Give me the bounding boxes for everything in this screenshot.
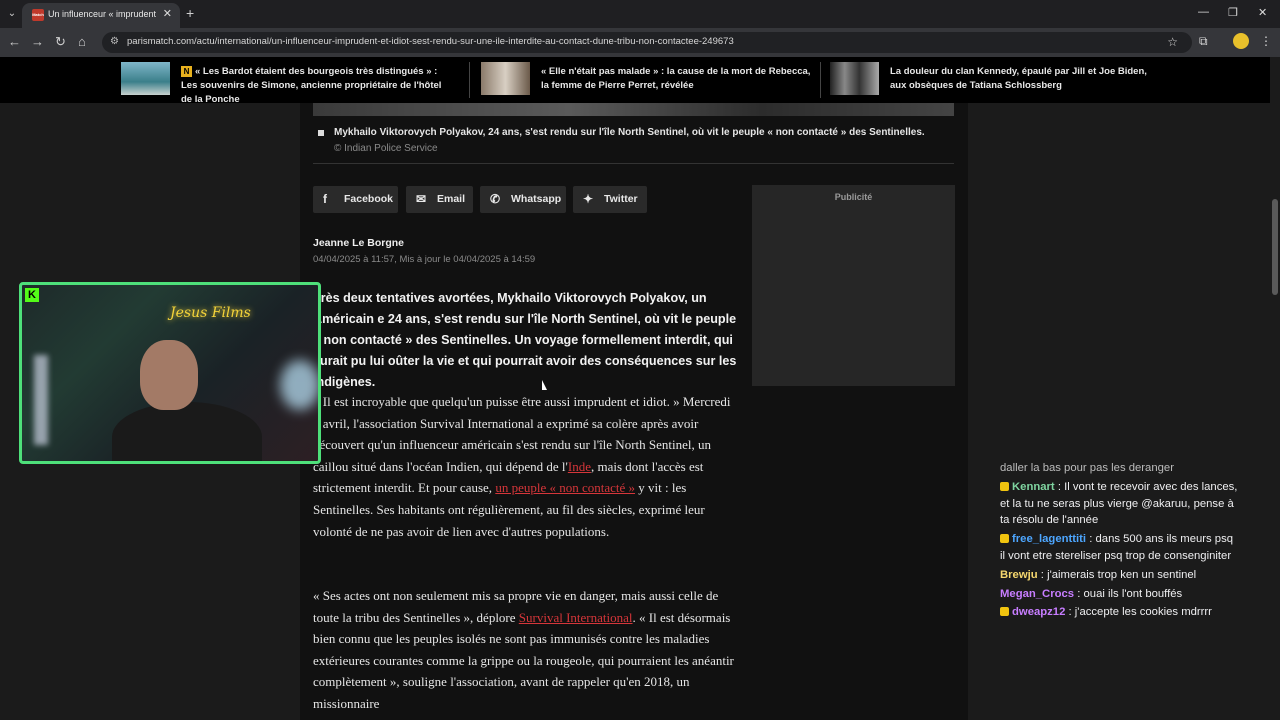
ticker-text: « Elle n'était pas malade » : la cause d… [541,66,811,91]
article-paragraph: « Il est incroyable que quelqu'un puisse… [313,391,738,542]
active-tab[interactable]: Match Un influenceur « imprudent et i ✕ [22,3,180,28]
ticker-thumbnail [481,62,530,95]
ticker-thumbnail [121,62,170,95]
navigation-bar: ← → ↻ ⌂ ⚙ parismatch.com/actu/internatio… [0,28,1280,57]
news-ticker: N « Les Bardot étaient des bourgeois très… [0,57,1280,105]
ticker-divider [469,62,470,98]
streamer [112,340,262,461]
premium-badge: N [181,66,192,77]
chat-username: free_lagenttiti [1012,533,1087,546]
link-survival-international[interactable]: Survival International [519,610,633,625]
chat-partial-line: daller la bas pour pas les deranger [1000,462,1174,474]
chat-username: Megan_Crocs [1000,587,1075,600]
home-icon[interactable]: ⌂ [78,34,86,49]
ticker-item[interactable]: « Elle n'était pas malade » : la cause d… [481,62,811,96]
sub-badge-icon [1000,607,1009,617]
profile-avatar-icon[interactable] [1233,33,1249,49]
ticker-text: « Les Bardot étaient des bourgeois très … [181,66,442,105]
streamer-webcam: K Jesus Films [19,282,321,464]
article-photo [313,103,954,116]
back-icon[interactable]: ← [8,34,21,49]
bookmark-star-icon[interactable]: ☆ [1167,35,1178,49]
tab-title: Un influenceur « imprudent et i [48,9,158,19]
article-paragraph: « Ses actes ont non seulement mis sa pro… [313,585,738,715]
ticker-thumbnail [830,62,879,95]
caption-bullet-icon [318,130,324,136]
neon-sign: Jesus Films [170,305,251,321]
address-bar[interactable]: ⚙ parismatch.com/actu/international/un-i… [102,32,1192,53]
chat-message: free_lagenttiti : dans 500 ans ils meurs… [1000,533,1234,562]
whatsapp-icon: ✆ [490,192,501,206]
light-glow [34,355,48,445]
close-tab-icon[interactable]: ✕ [163,7,172,20]
sub-badge-icon [1000,481,1009,491]
share-label: Whatsapp [511,193,562,205]
author-name[interactable]: Jeanne Le Borgne [313,237,404,249]
chat-username: Brewju [1000,568,1038,581]
chat-message: dweapz12 : j'accepte les cookies mdrrrr [1000,604,1240,621]
divider [313,163,954,164]
tab-search-icon[interactable]: ⌄ [4,6,20,22]
publish-dates: 04/04/2025 à 11:57, Mis à jour le 04/04/… [313,254,536,265]
close-window-icon[interactable]: ✕ [1258,6,1267,19]
ticker-text: La douleur du clan Kennedy, épaulé par J… [890,66,1147,91]
site-favicon-icon: Match [32,9,44,21]
share-label: Facebook [344,193,394,205]
article-lead: près deux tentatives avortées, Mykhailo … [313,291,737,389]
sub-badge-icon [1000,534,1009,544]
caption-credit: © Indian Police Service [334,143,438,154]
stream-chat: daller la bas pour pas les deranger Kenn… [1000,460,1240,623]
chat-text: ouai ils l'ont bouffés [1083,587,1183,600]
chat-message: Brewju : j'aimerais trop ken un sentinel [1000,568,1197,581]
restore-icon[interactable]: ❐ [1228,6,1238,19]
new-tab-icon[interactable]: + [186,5,194,21]
ticker-item[interactable]: La douleur du clan Kennedy, épaulé par J… [830,62,1160,96]
share-whatsapp-button[interactable]: ✆ Whatsapp [480,186,566,213]
chat-username: Kennart [1012,480,1055,493]
streamer-body [112,402,262,461]
share-label: Email [437,193,466,205]
share-email-button[interactable]: ✉ Email [406,186,473,213]
chat-username: dweapz12 [1012,606,1066,619]
share-twitter-button[interactable]: ✦ Twitter [573,186,647,213]
twitter-icon: ✦ [583,192,594,206]
mouse-cursor-icon [542,380,547,390]
link-peuple-non-contacte[interactable]: un peuple « non contacté » [495,480,635,495]
scrollbar-thumb[interactable] [1272,199,1278,295]
minimize-icon[interactable]: — [1198,6,1209,18]
share-label: Twitter [604,193,638,205]
article: Mykhailo Viktorovych Polyakov, 24 ans, s… [300,103,968,720]
chat-message: Kennart : Il vont te recevoir avec des l… [1000,480,1238,527]
photo-caption: Mykhailo Viktorovych Polyakov, 24 ans, s… [334,125,934,157]
light-glow [280,360,318,410]
ad-label: Publicité [834,192,873,202]
chat-message: Megan_Crocs : ouai ils l'ont bouffés [1000,587,1183,600]
url-text[interactable]: parismatch.com/actu/international/un-inf… [127,36,734,47]
streamer-head [140,340,198,410]
menu-icon[interactable]: ⋮ [1260,34,1272,48]
share-facebook-button[interactable]: f Facebook [313,186,398,213]
extensions-icon[interactable]: ⧉ [1199,34,1208,49]
kick-logo-icon: K [25,288,39,302]
chat-text: j'accepte les cookies mdrrrr [1074,606,1212,619]
forward-icon[interactable]: → [31,34,44,49]
facebook-icon: f [323,192,327,206]
ticker-item[interactable]: N « Les Bardot étaient des bourgeois très… [121,62,451,105]
tab-bar: ⌄ Match Un influenceur « imprudent et i … [0,0,1280,28]
link-inde[interactable]: Inde [568,459,591,474]
email-icon: ✉ [416,192,427,206]
advertisement[interactable]: Publicité [752,185,955,386]
chat-text: j'aimerais trop ken un sentinel [1047,568,1197,581]
reload-icon[interactable]: ↻ [55,34,66,50]
caption-text: Mykhailo Viktorovych Polyakov, 24 ans, s… [334,127,925,138]
ticker-divider [820,62,821,98]
page-scrollbar[interactable] [1270,57,1280,720]
site-info-icon[interactable]: ⚙ [110,36,119,47]
